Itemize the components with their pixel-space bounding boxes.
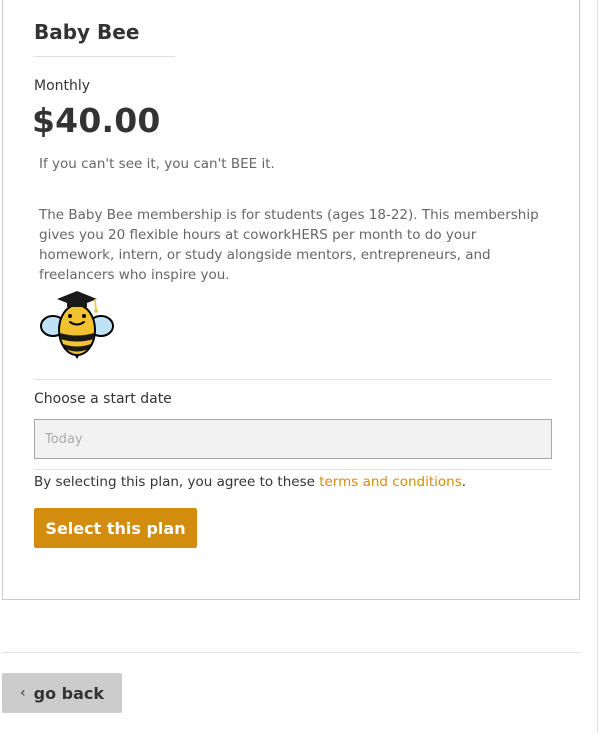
plan-card: Baby Bee Monthly $40.00 If you can't see… (2, 0, 580, 600)
plan-title: Baby Bee (34, 20, 140, 44)
page-right-divider (597, 0, 598, 733)
title-divider (34, 56, 175, 57)
plan-tagline: If you can't see it, you can't BEE it. (39, 156, 275, 172)
terms-notice: By selecting this plan, you agree to the… (34, 474, 466, 490)
go-back-label: go back (33, 683, 104, 703)
graduate-bee-icon (40, 291, 114, 359)
terms-suffix: . (461, 474, 467, 490)
start-date-input[interactable] (34, 419, 552, 459)
terms-prefix: By selecting this plan, you agree to the… (34, 474, 320, 490)
terms-link[interactable]: terms and conditions (319, 474, 462, 490)
footer-divider (2, 652, 580, 653)
chevron-left-icon: ‹ (20, 685, 26, 701)
go-back-button[interactable]: ‹ go back (2, 673, 122, 713)
select-plan-button[interactable]: Select this plan (34, 508, 197, 548)
section-divider (34, 379, 552, 380)
plan-description: The Baby Bee membership is for students … (39, 207, 539, 283)
start-date-label: Choose a start date (34, 391, 172, 407)
plan-price: $40.00 (32, 101, 161, 140)
section-divider (34, 469, 552, 470)
billing-period: Monthly (34, 78, 91, 94)
